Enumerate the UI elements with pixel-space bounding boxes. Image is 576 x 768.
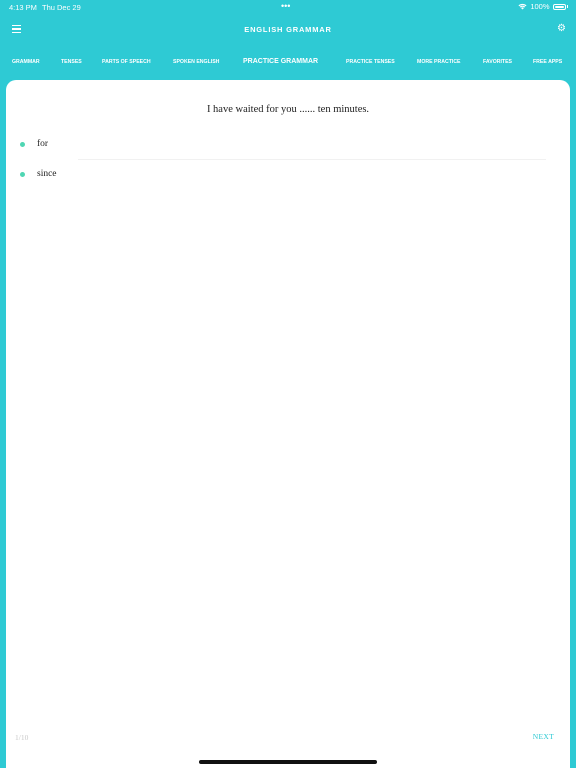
home-indicator[interactable] — [199, 760, 377, 764]
tab-bar: Grammar Tenses Parts of Speech Spoken En… — [0, 50, 576, 74]
wifi-icon — [518, 3, 527, 10]
option-bullet-icon — [20, 142, 25, 147]
battery-tip — [566, 5, 568, 8]
question-text: I have waited for you ...... ten minutes… — [206, 104, 370, 115]
tab-practice-tenses[interactable]: Practice Tenses — [346, 59, 395, 65]
question-progress: 1/10 — [15, 733, 29, 742]
next-button[interactable]: NEXT — [533, 732, 554, 741]
battery-percent: 100% — [530, 2, 550, 11]
option-divider — [78, 159, 546, 160]
option-for[interactable]: for — [6, 132, 546, 160]
tab-spoken-english[interactable]: Spoken English — [173, 59, 219, 65]
status-bar: 4:13 PM Thu Dec 29 ••• 100% — [0, 0, 576, 14]
status-date: Thu Dec 29 — [42, 3, 81, 12]
app-title: ENGLISH GRAMMAR — [244, 25, 332, 34]
status-time: 4:13 PM — [9, 3, 37, 12]
multitasking-dots-icon[interactable]: ••• — [281, 1, 290, 11]
tab-free-apps[interactable]: Free Apps — [533, 59, 562, 65]
option-since[interactable]: since — [6, 162, 546, 190]
battery-icon — [552, 3, 566, 10]
nav-bar: ENGLISH GRAMMAR ⚙ — [0, 14, 576, 46]
gear-icon[interactable]: ⚙ — [557, 24, 566, 34]
tab-practice-grammar[interactable]: Practice Grammar — [243, 58, 318, 65]
tab-grammar[interactable]: Grammar — [12, 59, 40, 65]
option-label: for — [37, 139, 49, 149]
tab-parts-of-speech[interactable]: Parts of Speech — [102, 59, 151, 65]
tab-tenses[interactable]: Tenses — [61, 59, 82, 65]
option-label: since — [37, 169, 57, 179]
status-indicators: 100% — [518, 2, 568, 11]
quiz-card: I have waited for you ...... ten minutes… — [6, 80, 570, 768]
tab-more-practice[interactable]: More Practice — [417, 59, 461, 65]
option-bullet-icon — [20, 172, 25, 177]
tab-favorites[interactable]: Favorites — [483, 59, 512, 65]
